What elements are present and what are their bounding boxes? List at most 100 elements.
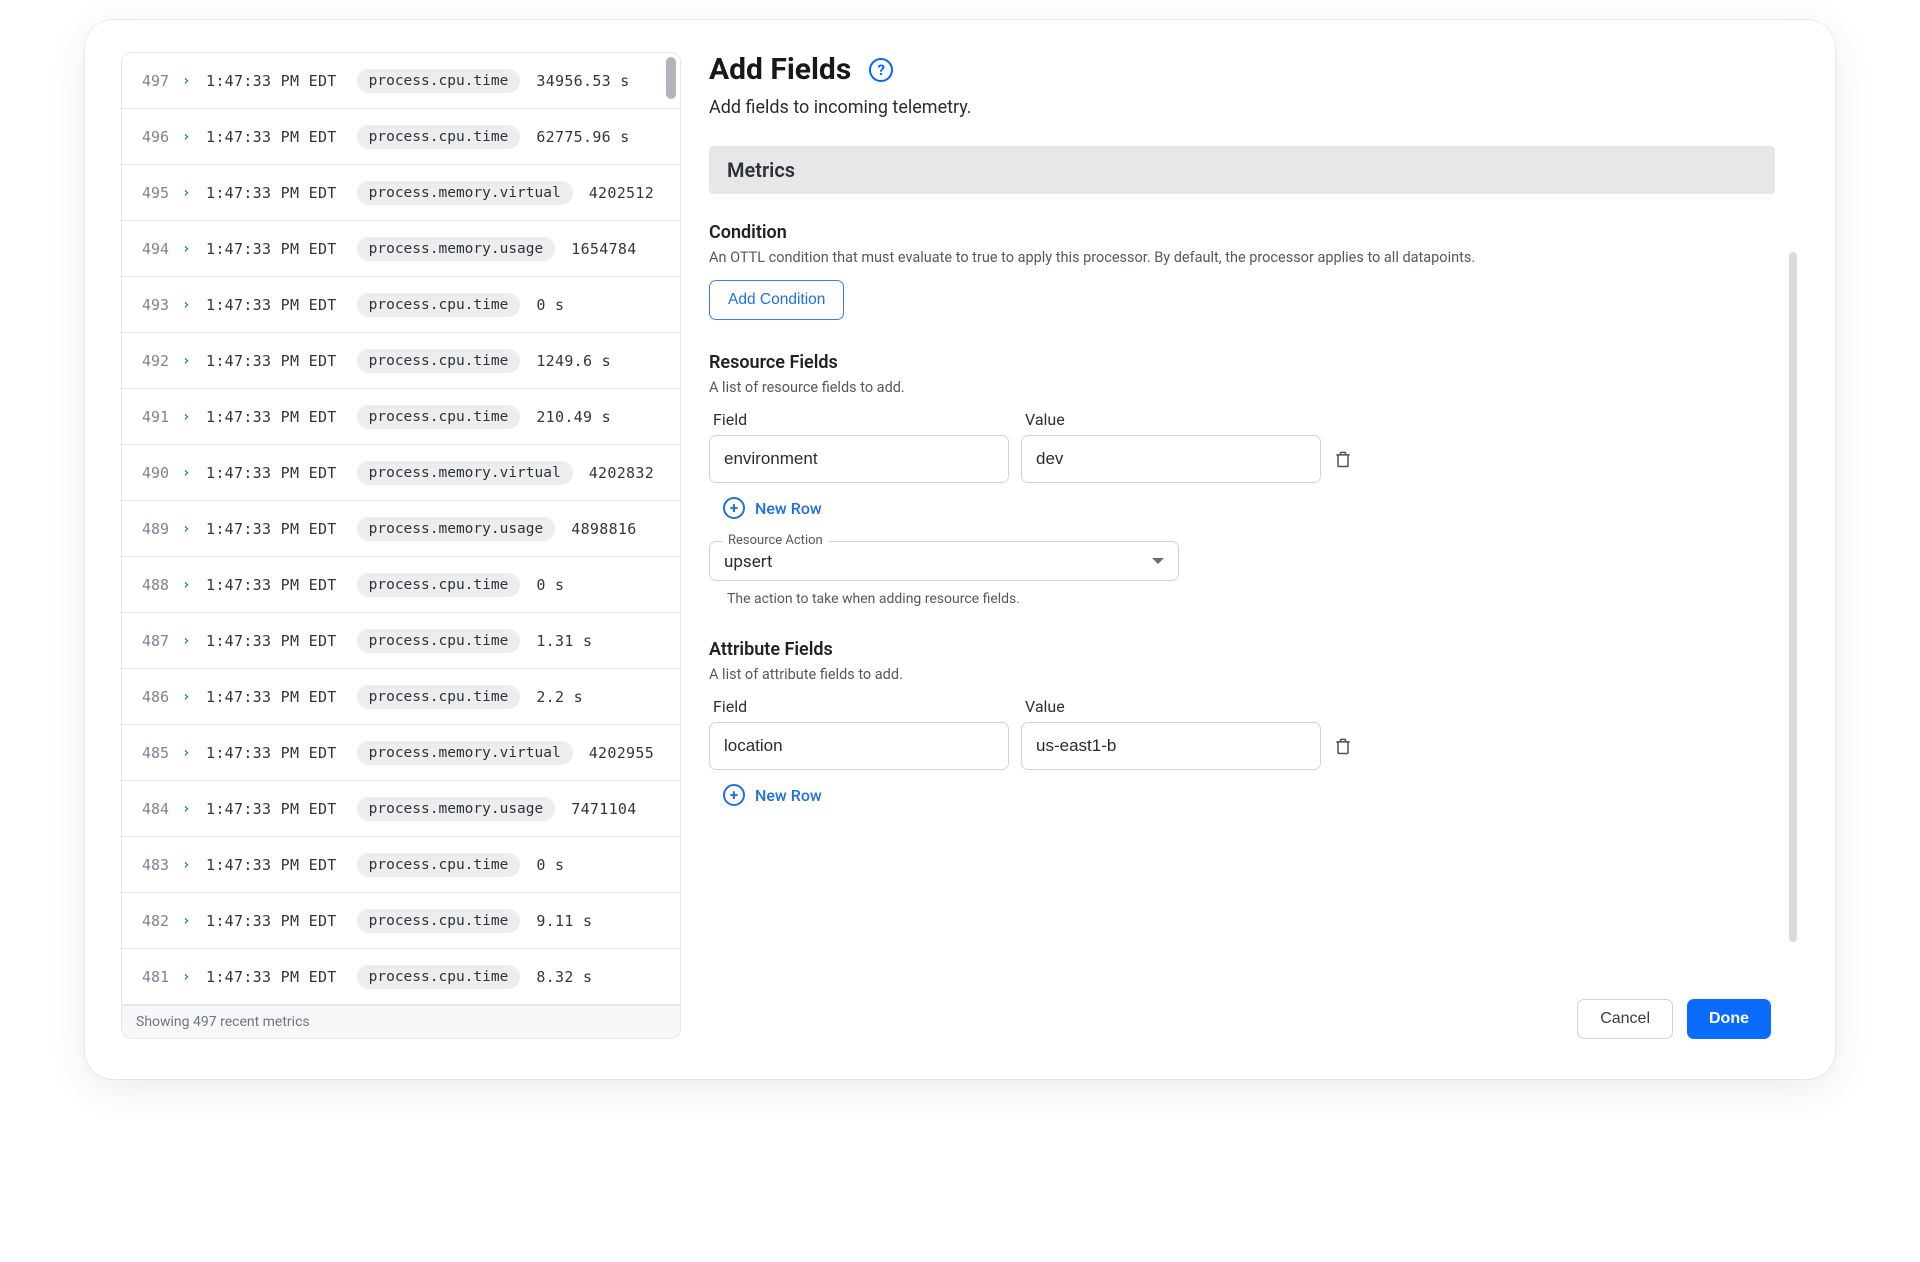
panel-subtitle: Add fields to incoming telemetry. [709,97,1775,118]
log-index: 483 [142,856,182,874]
log-index: 492 [142,352,182,370]
attribute-field-header: Field [713,697,1013,716]
resource-field-row [709,435,1775,483]
chevron-right-icon: › [182,633,196,649]
attribute-title: Attribute Fields [709,639,1775,660]
resource-action-select[interactable]: Resource Action upsert [709,541,1179,581]
log-index: 495 [142,184,182,202]
new-row-label: New Row [755,786,822,805]
log-row[interactable]: 486›1:47:33 PM EDTprocess.cpu.time2.2 s [122,669,680,725]
log-row[interactable]: 485›1:47:33 PM EDTprocess.memory.virtual… [122,725,680,781]
chevron-right-icon: › [182,241,196,257]
metric-value: 0 s [536,296,564,314]
chevron-right-icon: › [182,577,196,593]
metric-name-pill: process.cpu.time [357,853,521,877]
metric-value: 1654784 [571,240,636,258]
metric-name-pill: process.cpu.time [357,293,521,317]
delete-row-icon[interactable] [1333,735,1353,757]
log-row[interactable]: 492›1:47:33 PM EDTprocess.cpu.time1249.6… [122,333,680,389]
metric-name-pill: process.memory.usage [357,237,556,261]
log-timestamp: 1:47:33 PM EDT [206,240,337,258]
log-row[interactable]: 483› 1:47:33 PM EDT process.cpu.time 0 s [122,837,680,893]
metric-name-pill: process.memory.virtual [357,181,573,205]
metric-name-pill: process.cpu.time [357,909,521,933]
chevron-right-icon: › [182,353,196,369]
log-row[interactable]: 493›1:47:33 PM EDTprocess.cpu.time0 s [122,277,680,333]
metric-name-pill: process.cpu.time [357,573,521,597]
new-attribute-row-button[interactable]: + New Row [723,784,822,806]
metric-name-pill: process.cpu.time [357,965,521,989]
resource-value-input[interactable] [1021,435,1321,483]
log-row[interactable]: 482›1:47:33 PM EDTprocess.cpu.time9.11 s [122,893,680,949]
chevron-right-icon: › [182,801,196,817]
panel-footer-actions: Cancel Done [709,993,1799,1039]
log-index: 484 [142,800,182,818]
metric-name-pill: process.cpu.time [357,69,521,93]
chevron-right-icon: › [182,689,196,705]
metric-name-pill: process.cpu.time [357,629,521,653]
metric-name-pill: process.memory.usage [357,797,556,821]
log-row[interactable]: 489›1:47:33 PM EDTprocess.memory.usage48… [122,501,680,557]
log-timestamp: 1:47:33 PM EDT [206,296,337,314]
chevron-right-icon: › [182,465,196,481]
metric-value: 4202955 [589,744,654,762]
metric-value: 7471104 [571,800,636,818]
log-row[interactable]: 490›1:47:33 PM EDTprocess.memory.virtual… [122,445,680,501]
resource-action-value: upsert [724,552,772,572]
log-timestamp: 1:47:33 PM EDT [206,408,337,426]
app-window: 497›1:47:33 PM EDTprocess.cpu.time34956.… [85,20,1835,1079]
log-timestamp: 1:47:33 PM EDT [206,520,337,538]
log-index: 485 [142,744,182,762]
log-list[interactable]: 497›1:47:33 PM EDTprocess.cpu.time34956.… [122,53,680,1005]
log-row[interactable]: 487›1:47:33 PM EDTprocess.cpu.time1.31 s [122,613,680,669]
log-timestamp: 1:47:33 PM EDT [206,464,337,482]
resource-field-input[interactable] [709,435,1009,483]
log-timestamp: 1:47:33 PM EDT [206,352,337,370]
metric-value: 4898816 [571,520,636,538]
log-timestamp: 1:47:33 PM EDT [206,856,337,874]
metric-name-pill: process.memory.virtual [357,741,573,765]
attribute-value-input[interactable] [1021,722,1321,770]
delete-row-icon[interactable] [1333,448,1353,470]
chevron-right-icon: › [182,73,196,89]
log-timestamp: 1:47:33 PM EDT [206,128,337,146]
resource-title: Resource Fields [709,352,1775,373]
chevron-right-icon: › [182,745,196,761]
log-timestamp: 1:47:33 PM EDT [206,968,337,986]
attribute-field-row [709,722,1775,770]
scrollbar-thumb[interactable] [1789,252,1797,942]
attribute-field-input[interactable] [709,722,1009,770]
chevron-right-icon: › [182,185,196,201]
condition-block: Condition An OTTL condition that must ev… [709,222,1775,320]
log-index: 487 [142,632,182,650]
attribute-desc: A list of attribute fields to add. [709,666,1775,683]
log-row[interactable]: 484›1:47:33 PM EDTprocess.memory.usage74… [122,781,680,837]
help-icon[interactable]: ? [869,58,893,82]
log-row[interactable]: 488›1:47:33 PM EDTprocess.cpu.time0 s [122,557,680,613]
log-timestamp: 1:47:33 PM EDT [206,912,337,930]
log-index: 490 [142,464,182,482]
chevron-right-icon: › [182,969,196,985]
chevron-right-icon: › [182,913,196,929]
log-row[interactable]: 481›1:47:33 PM EDTprocess.cpu.time8.32 s [122,949,680,1005]
log-footer: Showing 497 recent metrics [122,1005,680,1038]
chevron-right-icon: › [182,857,196,873]
metric-name-pill: process.cpu.time [357,349,521,373]
log-timestamp: 1:47:33 PM EDT [206,632,337,650]
new-resource-row-button[interactable]: + New Row [723,497,822,519]
metric-value: 0 s [536,856,564,874]
log-timestamp: 1:47:33 PM EDT [206,688,337,706]
cancel-button[interactable]: Cancel [1577,999,1673,1039]
log-row[interactable]: 491›1:47:33 PM EDTprocess.cpu.time210.49… [122,389,680,445]
log-row[interactable]: 496›1:47:33 PM EDTprocess.cpu.time62775.… [122,109,680,165]
resource-value-header: Value [1025,410,1325,429]
metric-value: 62775.96 s [536,128,629,146]
log-row[interactable]: 495›1:47:33 PM EDTprocess.memory.virtual… [122,165,680,221]
chevron-right-icon: › [182,297,196,313]
scrollbar-thumb[interactable] [666,57,676,99]
log-row[interactable]: 494›1:47:33 PM EDTprocess.memory.usage16… [122,221,680,277]
log-row[interactable]: 497›1:47:33 PM EDTprocess.cpu.time34956.… [122,53,680,109]
add-condition-button[interactable]: Add Condition [709,280,844,320]
done-button[interactable]: Done [1687,999,1771,1039]
plus-icon: + [723,784,745,806]
